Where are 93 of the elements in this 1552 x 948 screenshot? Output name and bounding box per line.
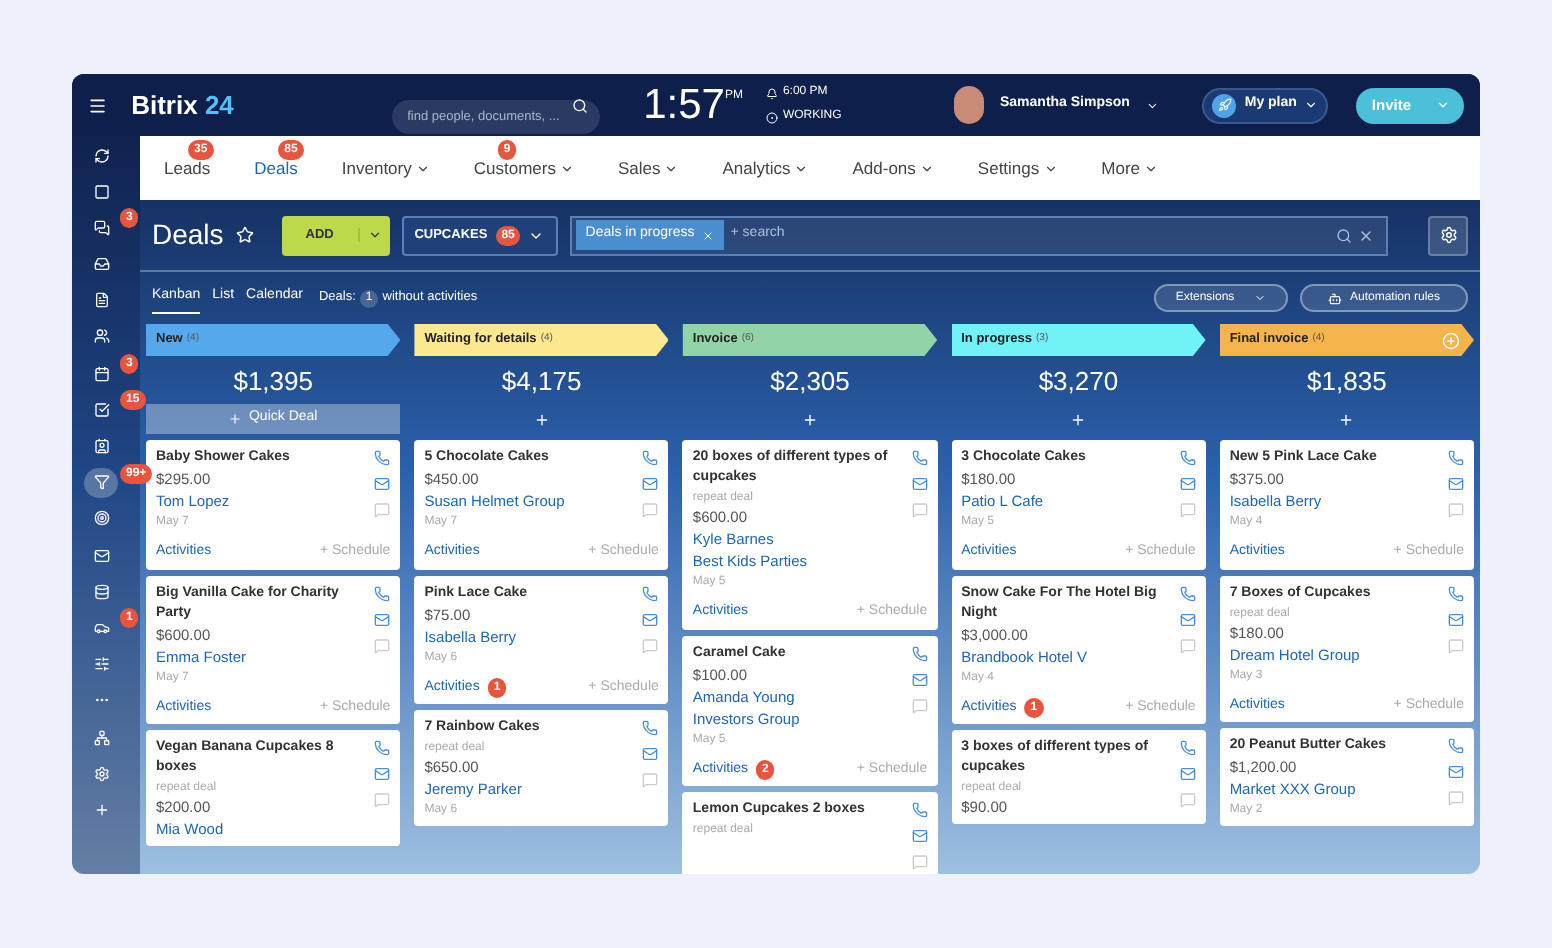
filter-icon bbox=[93, 474, 109, 491]
refresh-icon bbox=[93, 147, 109, 163]
caret-icon bbox=[1144, 161, 1159, 175]
caret-icon bbox=[1254, 292, 1267, 304]
chat-icon bbox=[93, 219, 109, 236]
phone-icon[interactable] bbox=[642, 450, 659, 466]
phone-icon[interactable] bbox=[642, 720, 659, 736]
mail-icon[interactable] bbox=[1179, 476, 1196, 492]
plus-icon bbox=[228, 412, 243, 426]
caret-icon bbox=[415, 161, 430, 175]
inbox-icon bbox=[93, 256, 109, 273]
caret-icon bbox=[367, 228, 382, 242]
mail-icon[interactable] bbox=[1448, 476, 1465, 492]
sidebar-item[interactable] bbox=[84, 467, 118, 498]
bell-icon bbox=[766, 87, 779, 99]
plus-icon bbox=[93, 801, 109, 818]
nav-tab[interactable]: Analytics bbox=[722, 155, 809, 181]
nav-tab[interactable]: Sales bbox=[617, 155, 679, 181]
sliders-icon bbox=[93, 656, 109, 673]
caret-icon bbox=[794, 161, 809, 175]
mail-icon[interactable] bbox=[911, 671, 928, 687]
mail-icon[interactable] bbox=[642, 746, 659, 762]
rocket-icon bbox=[1217, 98, 1232, 112]
mail-icon[interactable] bbox=[1179, 611, 1196, 627]
calendar-icon bbox=[93, 365, 109, 382]
caret-icon bbox=[559, 161, 574, 175]
caret-icon bbox=[664, 161, 679, 175]
mail-icon[interactable] bbox=[374, 476, 391, 492]
phone-icon[interactable] bbox=[1179, 740, 1196, 756]
checkbox-icon bbox=[93, 401, 109, 418]
target-icon bbox=[93, 510, 109, 527]
phone-icon[interactable] bbox=[1448, 585, 1465, 601]
add-deal-icon[interactable] bbox=[1338, 411, 1355, 427]
status-icon bbox=[766, 111, 779, 123]
phone-icon[interactable] bbox=[374, 450, 391, 466]
mail-icon bbox=[93, 547, 109, 564]
phone-icon[interactable] bbox=[374, 740, 391, 756]
stage-total: $2,305 bbox=[768, 366, 852, 398]
avatar[interactable] bbox=[953, 86, 984, 124]
add-stage-icon[interactable] bbox=[1442, 331, 1461, 349]
add-deal-icon[interactable] bbox=[1070, 411, 1087, 427]
mail-icon[interactable] bbox=[642, 476, 659, 492]
nav-tab[interactable]: Customers bbox=[473, 155, 574, 181]
phone-icon[interactable] bbox=[642, 585, 659, 601]
nav-tab[interactable]: More bbox=[1101, 155, 1159, 181]
nav-tab[interactable]: Inventory bbox=[341, 155, 430, 181]
mail-icon[interactable] bbox=[911, 476, 928, 492]
page-title: Deals bbox=[152, 216, 224, 254]
stage-total: $4,175 bbox=[499, 366, 584, 398]
phone-icon[interactable] bbox=[1179, 450, 1196, 466]
star-icon[interactable] bbox=[235, 226, 254, 244]
add-deal-icon[interactable] bbox=[533, 411, 550, 427]
mail-icon[interactable] bbox=[374, 766, 391, 782]
phone-icon[interactable] bbox=[911, 450, 928, 466]
users-icon bbox=[93, 328, 109, 345]
phone-icon[interactable] bbox=[374, 585, 391, 601]
add-deal-icon[interactable] bbox=[802, 411, 818, 427]
settings-button[interactable] bbox=[1428, 215, 1468, 255]
car-icon bbox=[93, 619, 109, 636]
caret-icon bbox=[919, 161, 934, 175]
phone-icon[interactable] bbox=[1448, 738, 1465, 754]
mail-icon[interactable] bbox=[1179, 766, 1196, 782]
robot-icon bbox=[1327, 291, 1342, 305]
settings-icon bbox=[93, 765, 109, 782]
nav-tab[interactable]: Add-ons bbox=[852, 155, 934, 181]
phone-icon[interactable] bbox=[1448, 450, 1465, 466]
document-icon bbox=[93, 292, 109, 309]
network-icon bbox=[93, 729, 109, 745]
mail-icon[interactable] bbox=[1448, 611, 1465, 627]
nav-tab[interactable]: Leads bbox=[164, 155, 211, 181]
caret-icon bbox=[1435, 98, 1450, 112]
settings-icon bbox=[1439, 226, 1457, 244]
caret-icon bbox=[1304, 98, 1319, 112]
clock-time: 1:57 bbox=[643, 84, 725, 126]
stage-total: $1,395 bbox=[231, 366, 315, 398]
mail-icon[interactable] bbox=[1448, 764, 1465, 780]
phone-icon[interactable] bbox=[1179, 585, 1196, 601]
phone-icon[interactable] bbox=[911, 802, 928, 818]
nav-tab[interactable]: Settings bbox=[977, 155, 1058, 181]
phone-icon[interactable] bbox=[911, 645, 928, 661]
caret-icon bbox=[1043, 161, 1058, 175]
mail-icon[interactable] bbox=[374, 611, 391, 627]
stage-total: $1,835 bbox=[1305, 366, 1389, 398]
close-icon[interactable] bbox=[1358, 227, 1374, 243]
mail-icon[interactable] bbox=[911, 828, 928, 844]
remove-icon[interactable] bbox=[702, 229, 715, 241]
app-logo[interactable]: Bitrix 24 bbox=[131, 85, 372, 125]
nav-tab[interactable]: Deals bbox=[254, 155, 298, 181]
stage-total: $3,270 bbox=[1036, 366, 1121, 398]
database-icon bbox=[93, 583, 109, 600]
contact-card-icon bbox=[93, 438, 109, 454]
square-icon bbox=[93, 183, 109, 200]
mail-icon[interactable] bbox=[642, 611, 659, 627]
